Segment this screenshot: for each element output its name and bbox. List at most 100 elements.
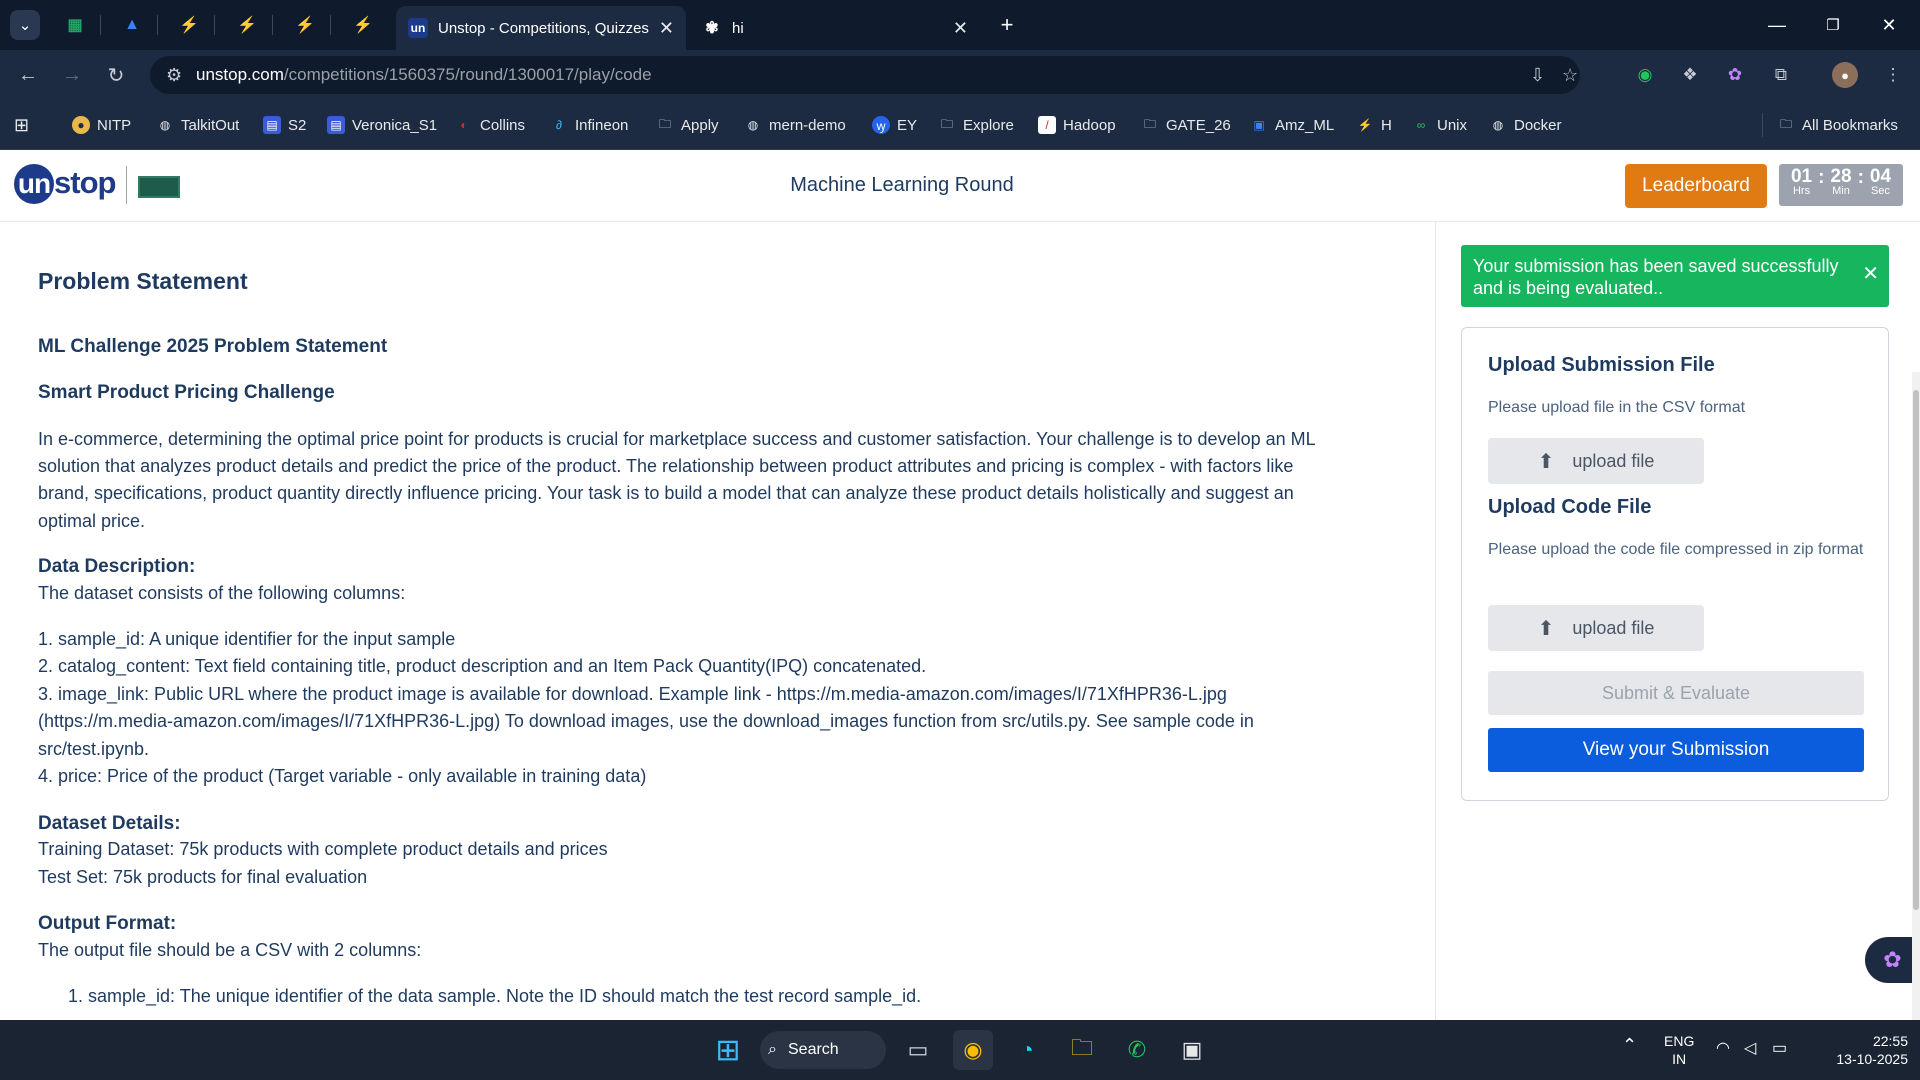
tab-search-button[interactable]: ⌄: [10, 10, 40, 40]
region-label: IN: [1672, 1051, 1687, 1067]
bookmark-apply[interactable]: 🗀 Apply: [656, 115, 719, 135]
all-bookmarks[interactable]: 🗀 All Bookmarks: [1777, 115, 1898, 135]
intro-line: solution that analyzes product details a…: [38, 456, 1294, 476]
grammarly-icon[interactable]: ◉: [1632, 62, 1658, 88]
folder-icon: 🗀: [1779, 116, 1792, 131]
close-icon[interactable]: ✕: [953, 18, 968, 39]
forward-button[interactable]: →: [56, 60, 88, 90]
browser-toolbar: ← → ↻ ⚙ unstop.com/competitions/1560375/…: [0, 50, 1920, 100]
bookmark-nitp[interactable]: ● NITP: [72, 115, 131, 135]
bookmark-hadoop[interactable]: / Hadoop: [1038, 115, 1116, 135]
install-app-icon[interactable]: ⇩: [1530, 65, 1545, 86]
openai-icon: ✾: [705, 20, 719, 37]
timer-hours: 01: [1790, 166, 1813, 187]
toast-message: Your submission has been saved successfu…: [1473, 256, 1839, 298]
profile-avatar[interactable]: ●: [1832, 62, 1858, 88]
pinned-tab-2[interactable]: ⚡: [232, 12, 262, 38]
bookmark-talkitout[interactable]: ◍ TalkitOut: [156, 115, 240, 135]
restore-icon: ❐: [1826, 17, 1840, 34]
pinned-tab-azure[interactable]: ▲: [117, 12, 147, 38]
brain-extension-icon[interactable]: ✿: [1722, 62, 1748, 88]
bookmark-mern-demo[interactable]: ◍ mern-demo: [744, 115, 846, 135]
bolt-icon: ⚡: [1357, 118, 1373, 132]
menu-kebab-icon[interactable]: ⋮: [1880, 62, 1906, 88]
grid-icon: ▤: [327, 116, 345, 134]
battery-icon[interactable]: ▭: [1772, 1040, 1787, 1058]
upload-code-title: Upload Code File: [1488, 496, 1652, 518]
language-indicator[interactable]: ENG IN: [1664, 1032, 1694, 1068]
intro-line: brand, specifications, product quantity …: [38, 483, 1294, 503]
edge-icon[interactable]: ◔: [1007, 1030, 1047, 1070]
scrollbar-thumb[interactable]: [1913, 390, 1919, 910]
bookmark-amz-ml[interactable]: ▣ Amz_ML: [1250, 115, 1334, 135]
bookmark-star-icon[interactable]: ☆: [1562, 65, 1578, 86]
azure-icon: ▲: [124, 16, 140, 33]
problem-statement-content: Problem Statement ML Challenge 2025 Prob…: [38, 222, 1388, 1020]
column-item: (https://m.media-amazon.com/images/I/71X…: [38, 711, 1254, 731]
bookmark-h[interactable]: ⚡ H: [1356, 115, 1392, 135]
nitp-icon: ●: [72, 116, 90, 134]
volume-icon[interactable]: ◁: [1744, 1040, 1756, 1058]
leaderboard-button[interactable]: Leaderboard: [1625, 164, 1767, 208]
extension-bird-icon[interactable]: ❖: [1677, 62, 1703, 88]
pinned-tab-4[interactable]: ⚡: [348, 12, 378, 38]
file-explorer-icon[interactable]: 🗀: [1062, 1030, 1102, 1070]
bookmark-infineon[interactable]: ∂ Infineon: [550, 115, 628, 135]
bolt-icon: ⚡: [353, 17, 373, 34]
web-page: un stop Machine Learning Round Leaderboar…: [0, 150, 1920, 1020]
extensions-puzzle-icon[interactable]: ⧉: [1768, 62, 1794, 88]
restore-button[interactable]: ❐: [1810, 8, 1856, 42]
close-icon[interactable]: ✕: [659, 18, 674, 39]
task-view-icon[interactable]: ▭: [898, 1030, 938, 1070]
upload-submission-button[interactable]: ⬆ upload file: [1488, 438, 1704, 484]
apps-grid-icon[interactable]: ⊞: [14, 115, 29, 135]
site-info-icon[interactable]: ⚙: [166, 65, 182, 86]
bookmark-ey[interactable]: ꝡ EY: [872, 115, 917, 135]
tab-hi[interactable]: ✾ hi ✕: [690, 6, 980, 50]
taskbar-search[interactable]: ⌕ Search: [760, 1031, 886, 1069]
tab-unstop[interactable]: un Unstop - Competitions, Quizzes ✕: [396, 6, 686, 50]
address-bar[interactable]: ⚙ unstop.com/competitions/1560375/round/…: [150, 56, 1580, 94]
bookmark-label: Infineon: [575, 116, 629, 134]
back-button[interactable]: ←: [12, 60, 44, 90]
view-submission-button[interactable]: View your Submission: [1488, 728, 1864, 772]
chrome-icon[interactable]: ◉: [953, 1030, 993, 1070]
wifi-icon[interactable]: ◠: [1716, 1040, 1730, 1058]
bookmark-label: Collins: [480, 116, 526, 134]
upload-submission-title: Upload Submission File: [1488, 354, 1715, 376]
clock[interactable]: 22:55 13-10-2025: [1808, 1032, 1908, 1068]
bookmark-collins[interactable]: ◐ Collins: [455, 115, 525, 135]
close-icon[interactable]: ✕: [1862, 263, 1879, 285]
round-title: Machine Learning Round: [790, 174, 1014, 196]
bookmark-veronica[interactable]: ▤ Veronica_S1: [327, 115, 437, 135]
bookmark-docker[interactable]: ◍ Docker: [1489, 115, 1562, 135]
bookmark-s2[interactable]: ▤ S2: [263, 115, 306, 135]
bolt-icon: ⚡: [237, 17, 257, 34]
pinned-tab-3[interactable]: ⚡: [290, 12, 320, 38]
bookmark-label: Explore: [963, 116, 1014, 134]
browser-tab-strip: ⌄ ▦ ▲ ⚡ ⚡ ⚡ ⚡ un Unstop - Competitions, …: [0, 0, 1920, 50]
terminal-icon[interactable]: ▣: [1172, 1030, 1212, 1070]
url-path: /competitions/1560375/round/1300017/play…: [283, 65, 652, 84]
close-window-button[interactable]: ✕: [1866, 8, 1912, 42]
reload-button[interactable]: ↻: [100, 60, 132, 90]
submit-evaluate-button[interactable]: Submit & Evaluate: [1488, 671, 1864, 715]
upload-code-button[interactable]: ⬆ upload file: [1488, 605, 1704, 651]
tab-title: Unstop - Competitions, Quizzes: [438, 19, 649, 37]
challenge-title: ML Challenge 2025 Problem Statement: [38, 336, 388, 357]
bookmark-explore[interactable]: 🗀 Explore: [938, 115, 1014, 135]
bolt-icon: ⚡: [295, 17, 315, 34]
amz-ml-icon: ▣: [1253, 118, 1265, 132]
bookmark-unix[interactable]: ∞ Unix: [1412, 115, 1467, 135]
search-icon: ⌕: [768, 1041, 777, 1058]
chevron-up-icon[interactable]: ⌃: [1622, 1036, 1637, 1054]
windows-start-icon[interactable]: ⊞: [708, 1030, 748, 1070]
whatsapp-icon[interactable]: ✆: [1117, 1030, 1157, 1070]
pinned-tab-1[interactable]: ⚡: [174, 12, 204, 38]
minimize-button[interactable]: —: [1754, 8, 1800, 42]
new-tab-button[interactable]: +: [992, 10, 1022, 40]
bookmarks-bar: ⊞ ● NITP ◍ TalkitOut ▤ S2 ▤ Veronica_S1 ◐ Col…: [0, 100, 1920, 150]
bookmark-gate26[interactable]: 🗀 GATE_26: [1141, 115, 1231, 135]
bookmark-label: Amz_ML: [1275, 116, 1335, 134]
pinned-tab-sheets[interactable]: ▦: [60, 12, 90, 38]
